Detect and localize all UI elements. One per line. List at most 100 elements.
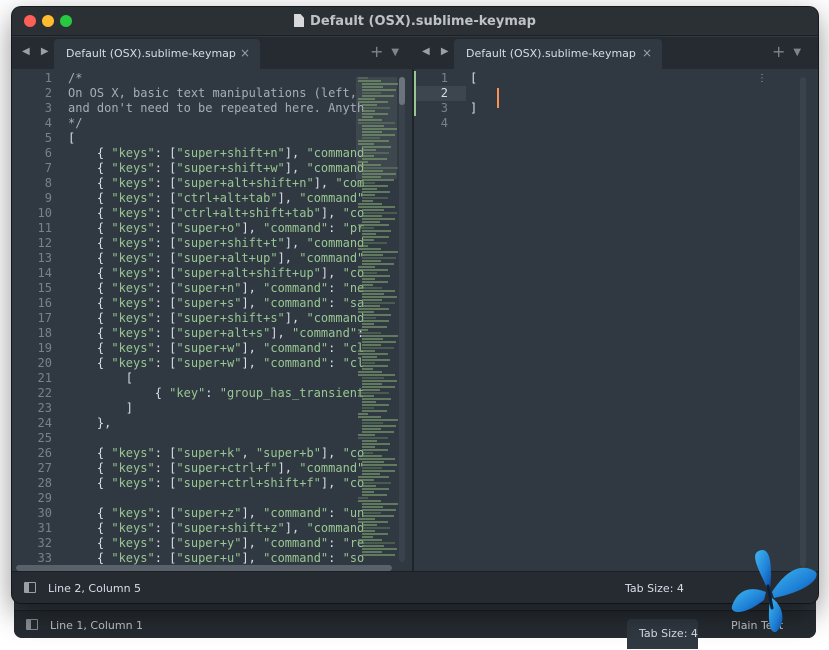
code-token: "keys" [111, 191, 155, 205]
code-line: { "keys": ["ctrl+alt+shift+tab"], "co [68, 206, 364, 221]
code-token: "super+w" [176, 356, 242, 370]
minimap-stroke [358, 371, 382, 373]
code-token: { [68, 506, 112, 520]
minimap-stroke [358, 80, 381, 82]
code-token: "keys" [111, 461, 155, 475]
add-tab-icon[interactable]: + [370, 42, 383, 61]
minimap-stroke [362, 389, 380, 391]
minimap-stroke [362, 551, 382, 553]
line-number: 2 [440, 86, 448, 100]
code-token: "keys" [111, 146, 155, 160]
line-number: 2 [44, 86, 52, 100]
tab-left-keymap[interactable]: Default (OSX).sublime-keymap × [54, 39, 260, 69]
minimap-stroke [362, 107, 390, 109]
code-token: : [ [154, 536, 177, 550]
line-number: 1 [440, 71, 448, 85]
tab-nav-arrows-right[interactable]: ◀ ▶ [422, 46, 453, 57]
code-token: : [ [154, 161, 177, 175]
right-editor-pane[interactable]: 1234 [] ⋮ [414, 69, 818, 571]
code-token: "command" [299, 191, 365, 205]
line-number: 14 [37, 266, 52, 280]
tab-menu-icon[interactable]: ▼ [793, 47, 801, 58]
code-token: "command" [263, 551, 329, 565]
code-line: { "keys": ["super+y"], "command": "re [68, 536, 364, 551]
code-token: : [ [154, 461, 177, 475]
vertical-scrollbar[interactable] [399, 77, 405, 562]
close-icon[interactable]: × [240, 46, 250, 60]
line-number: 30 [37, 506, 52, 520]
minimap-stroke [358, 392, 389, 394]
add-tab-icon[interactable]: + [772, 42, 785, 61]
code-token: { [68, 191, 112, 205]
minimap-stroke [362, 92, 381, 94]
code-line: { "keys": ["super+ctrl+f"], "command" [68, 461, 364, 476]
minimap-stroke [362, 347, 394, 349]
close-icon[interactable]: × [642, 46, 652, 60]
minimap-stroke [358, 308, 389, 310]
line-number: 13 [37, 251, 52, 265]
code-line: { "keys": ["super+z"], "command": "un [68, 506, 364, 521]
code-token: "super+b" [255, 446, 321, 460]
tab-nav-arrows-left[interactable]: ◀ ▶ [22, 46, 53, 57]
code-line: { "keys": ["super+alt+up"], "command" [68, 251, 364, 266]
code-token: : [ [154, 521, 177, 535]
minimap-stroke [358, 77, 368, 79]
code-token: { [68, 206, 112, 220]
code-token: "super+alt+up" [176, 251, 278, 265]
code-token: { [68, 266, 112, 280]
scrollbar-thumb[interactable] [399, 77, 405, 105]
line-number-gutter: 1 2 3 4 5 6 7 8 9 10 11 12 13 14 15 16 17 18 19 20 21 22 23 24 2… [12, 71, 52, 566]
tab-tools-right: + ▼ [772, 42, 801, 61]
code-area[interactable]: [] [470, 71, 477, 131]
minimap-stroke [358, 416, 381, 418]
tab-menu-icon[interactable]: ▼ [391, 47, 399, 58]
code-line: { "keys": ["super+w"], "command": "cl [68, 356, 364, 371]
code-line: { "keys": ["super+alt+shift+n"], "com [68, 176, 364, 191]
minimap-stroke [362, 191, 390, 193]
code-token: "command" [263, 281, 329, 295]
minimap-stroke [358, 185, 388, 187]
line-number: 11 [37, 221, 52, 235]
code-area[interactable]: /* On OS X, basic text manipulations (lef… [68, 71, 364, 566]
tab-right-keymap[interactable]: Default (OSX).sublime-keymap × [454, 39, 662, 69]
code-token: "super+alt+shift+up" [176, 266, 321, 280]
minimap-stroke [362, 485, 376, 487]
minimap-stroke [358, 98, 375, 100]
minimap-stroke [362, 197, 388, 199]
code-token: "command" [299, 461, 365, 475]
line-number: 4 [44, 116, 52, 130]
background-tab-size[interactable]: Tab Size: 4 [627, 619, 698, 649]
minimap-stroke [362, 341, 396, 343]
minimap-stroke [358, 245, 368, 247]
code-token: "super+n" [176, 281, 242, 295]
vertical-scrollbar[interactable] [800, 77, 806, 567]
code-token: : [328, 221, 343, 235]
code-token: ], [270, 326, 293, 340]
code-token: ], [320, 446, 343, 460]
code-line: { "key": "group_has_transient [68, 386, 365, 401]
tab-size-indicator[interactable]: Tab Size: 4 [625, 582, 684, 595]
code-token: "super+shift+s" [176, 311, 285, 325]
code-token: "keys" [111, 251, 155, 265]
minimap-stroke [362, 386, 395, 388]
minimap-stroke [362, 251, 398, 253]
code-token: { [68, 176, 112, 190]
panel-toggle-icon[interactable] [24, 582, 36, 593]
minimap-stroke [362, 116, 373, 118]
code-token: "super+shift+w" [176, 161, 285, 175]
code-token: : [ [154, 326, 177, 340]
left-editor-pane[interactable]: 1 2 3 4 5 6 7 8 9 10 11 12 13 14 15 16 17 18 19 20 21 22 23 24 2… [12, 69, 412, 571]
code-line: [ [68, 371, 364, 386]
minimap[interactable] [356, 77, 398, 567]
minimap-stroke [358, 182, 375, 184]
minimap-stroke [362, 188, 377, 190]
code-line: and don't need to be repeated here. Anyt… [68, 101, 364, 116]
minimap-stroke [358, 413, 368, 415]
code-token: }, [68, 416, 112, 430]
code-token: "super+alt+shift+n" [176, 176, 314, 190]
minimap-stroke [358, 143, 374, 145]
panel-toggle-icon[interactable] [26, 619, 38, 630]
code-line: { "keys": ["super+o"], "command": "pr [68, 221, 364, 236]
code-token: : [ [154, 551, 177, 565]
